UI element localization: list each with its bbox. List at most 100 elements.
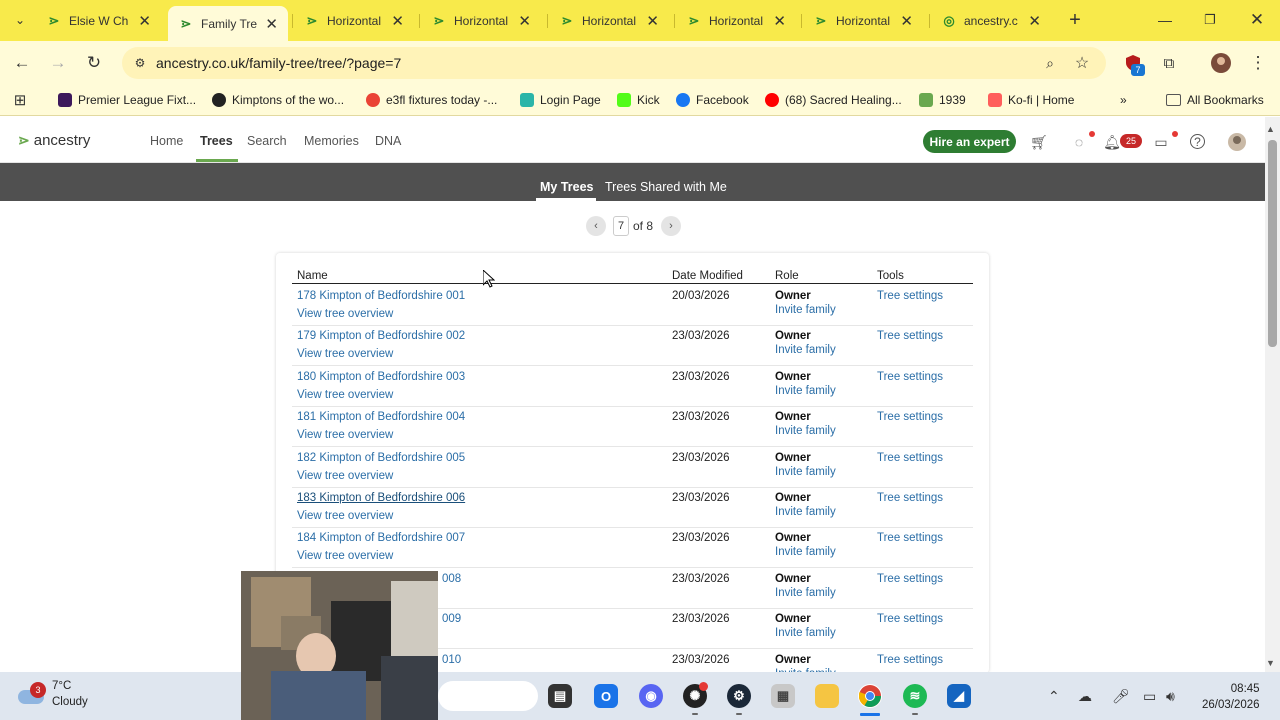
account-avatar[interactable] — [1228, 133, 1246, 151]
reload-icon[interactable]: ↻ — [82, 51, 106, 75]
tree-name-link[interactable]: 008 — [442, 573, 461, 585]
view-tree-overview-link[interactable]: View tree overview — [297, 348, 393, 360]
volume-icon[interactable]: 🔊︎ — [1166, 688, 1175, 705]
bookmark-item[interactable]: Kimptons of the wo... — [212, 91, 344, 109]
scroll-down-arrow-icon[interactable]: ▼ — [1266, 658, 1275, 668]
tree-name-link[interactable]: 181 Kimpton of Bedfordshire 004 — [297, 411, 465, 423]
tab-close-icon[interactable]: ✕ — [773, 12, 786, 30]
tree-settings-link[interactable]: Tree settings — [877, 613, 943, 625]
invite-family-link[interactable]: Invite family — [775, 466, 836, 478]
app-icon[interactable]: ◢ — [947, 684, 971, 708]
tree-settings-link[interactable]: Tree settings — [877, 492, 943, 504]
profile-avatar[interactable] — [1209, 51, 1233, 75]
messages-icon[interactable]: ▭ — [1152, 133, 1170, 151]
bookmark-item[interactable]: Kick — [617, 91, 660, 109]
bookmark-item[interactable]: e3fl fixtures today -... — [366, 91, 497, 109]
forward-arrow-icon[interactable]: → — [46, 51, 70, 75]
invite-family-link[interactable]: Invite family — [775, 385, 836, 397]
tab-search-chevron-icon[interactable]: ⌄ — [8, 8, 32, 32]
url-text[interactable]: ancestry.co.uk/family-tree/tree/?page=7 — [156, 55, 401, 71]
nav-dna[interactable]: DNA — [375, 134, 401, 148]
close-window-icon[interactable]: ✕ — [1245, 8, 1269, 32]
onedrive-cloud-icon[interactable]: ☁ — [1078, 688, 1092, 705]
tree-name-link[interactable]: 180 Kimpton of Bedfordshire 003 — [297, 371, 465, 383]
tree-name-link[interactable]: 009 — [442, 613, 461, 625]
tab-5[interactable]: ⋗ Horizontal ✕ — [549, 6, 669, 35]
scrollbar-thumb[interactable] — [1268, 140, 1277, 347]
tree-settings-link[interactable]: Tree settings — [877, 290, 943, 302]
invite-family-link[interactable]: Invite family — [775, 506, 836, 518]
hints-leaf-icon[interactable]: ◌ — [1070, 133, 1088, 151]
outlook-icon[interactable]: O — [594, 684, 618, 708]
weather-widget[interactable]: 3 7°C Cloudy — [18, 678, 88, 710]
browser-menu-kebab-icon[interactable]: ⋮ — [1246, 51, 1270, 75]
chrome-icon[interactable] — [858, 684, 882, 708]
page-number-input[interactable]: 7 — [613, 216, 629, 236]
nav-search[interactable]: Search — [247, 134, 287, 148]
bookmark-item[interactable]: Premier League Fixt... — [58, 91, 196, 109]
taskbar-app-icon[interactable]: ▤ — [548, 684, 572, 708]
tree-name-link[interactable]: 010 — [442, 654, 461, 666]
tree-settings-link[interactable]: Tree settings — [877, 371, 943, 383]
tree-name-link[interactable]: 179 Kimpton of Bedfordshire 002 — [297, 330, 465, 342]
tree-settings-link[interactable]: Tree settings — [877, 654, 943, 666]
tab-close-icon[interactable]: ✕ — [900, 12, 913, 30]
invite-family-link[interactable]: Invite family — [775, 425, 836, 437]
scroll-up-arrow-icon[interactable]: ▲ — [1266, 124, 1275, 134]
cart-icon[interactable]: 🛒︎ — [1030, 133, 1048, 151]
tree-settings-link[interactable]: Tree settings — [877, 573, 943, 585]
tab-6[interactable]: ⋗ Horizontal ✕ — [676, 6, 796, 35]
apps-grid-icon[interactable]: ⊞ — [8, 88, 32, 112]
tab-close-icon[interactable]: ✕ — [391, 12, 404, 30]
site-info-icon[interactable]: ⚙ — [128, 51, 152, 75]
tree-settings-link[interactable]: Tree settings — [877, 532, 943, 544]
bookmark-item[interactable]: (68) Sacred Healing... — [765, 91, 902, 109]
restore-window-icon[interactable]: ❐ — [1198, 8, 1222, 32]
nav-home[interactable]: Home — [150, 134, 183, 148]
back-arrow-icon[interactable]: ← — [10, 51, 34, 75]
col-header-date-modified[interactable]: Date Modified — [672, 270, 743, 282]
view-tree-overview-link[interactable]: View tree overview — [297, 308, 393, 320]
notifications-bell-icon[interactable]: 🔔︎ — [1103, 133, 1121, 151]
tree-settings-link[interactable]: Tree settings — [877, 452, 943, 464]
view-tree-overview-link[interactable]: View tree overview — [297, 550, 393, 562]
bookmark-item[interactable]: 1939 — [919, 91, 966, 109]
invite-family-link[interactable]: Invite family — [775, 344, 836, 356]
bookmarks-overflow-icon[interactable]: » — [1120, 91, 1127, 109]
invite-family-link[interactable]: Invite family — [775, 587, 836, 599]
steam-icon[interactable]: ⚙ — [727, 684, 751, 708]
tab-1[interactable]: ⋗ Elsie W Ch ✕ — [36, 6, 161, 35]
tab-4[interactable]: ⋗ Horizontal ✕ — [421, 6, 541, 35]
bookmark-item[interactable]: Ko-fi | Home — [988, 91, 1074, 109]
prev-page-chevron-icon[interactable]: ‹ — [586, 216, 606, 236]
nav-memories[interactable]: Memories — [304, 134, 359, 148]
view-tree-overview-link[interactable]: View tree overview — [297, 470, 393, 482]
tab-my-trees[interactable]: My Trees — [540, 180, 594, 194]
invite-family-link[interactable]: Invite family — [775, 304, 836, 316]
discord-icon[interactable]: ◉ — [639, 684, 663, 708]
taskbar-search-box[interactable] — [438, 681, 538, 711]
app-icon[interactable]: ▦ — [771, 684, 795, 708]
zoom-icon[interactable]: ⌕ — [1038, 51, 1062, 75]
network-icon[interactable]: ▭ — [1143, 688, 1156, 705]
invite-family-link[interactable]: Invite family — [775, 627, 836, 639]
ancestry-logo[interactable]: ⋗ ancestry — [18, 132, 90, 149]
tree-name-link[interactable]: 182 Kimpton of Bedfordshire 005 — [297, 452, 465, 464]
tab-close-icon[interactable]: ✕ — [265, 15, 278, 33]
tab-7[interactable]: ⋗ Horizontal ✕ — [803, 6, 923, 35]
col-header-name[interactable]: Name — [297, 270, 328, 282]
tab-close-icon[interactable]: ✕ — [138, 12, 151, 30]
view-tree-overview-link[interactable]: View tree overview — [297, 510, 393, 522]
tab-close-icon[interactable]: ✕ — [646, 12, 659, 30]
tab-8[interactable]: ◎ ancestry.c ✕ — [931, 6, 1051, 35]
view-tree-overview-link[interactable]: View tree overview — [297, 389, 393, 401]
next-page-chevron-icon[interactable]: › — [661, 216, 682, 236]
view-tree-overview-link[interactable]: View tree overview — [297, 429, 393, 441]
new-tab-plus-icon[interactable]: + — [1063, 8, 1087, 32]
all-bookmarks-folder[interactable]: All Bookmarks — [1166, 91, 1264, 109]
microphone-icon[interactable]: 🎤︎ — [1112, 688, 1130, 705]
system-clock[interactable]: 08:45 26/03/2026 — [1202, 681, 1260, 713]
tab-3[interactable]: ⋗ Horizontal ✕ — [294, 6, 414, 35]
bookmark-star-icon[interactable]: ☆ — [1070, 51, 1094, 75]
tab-trees-shared[interactable]: Trees Shared with Me — [605, 180, 727, 194]
